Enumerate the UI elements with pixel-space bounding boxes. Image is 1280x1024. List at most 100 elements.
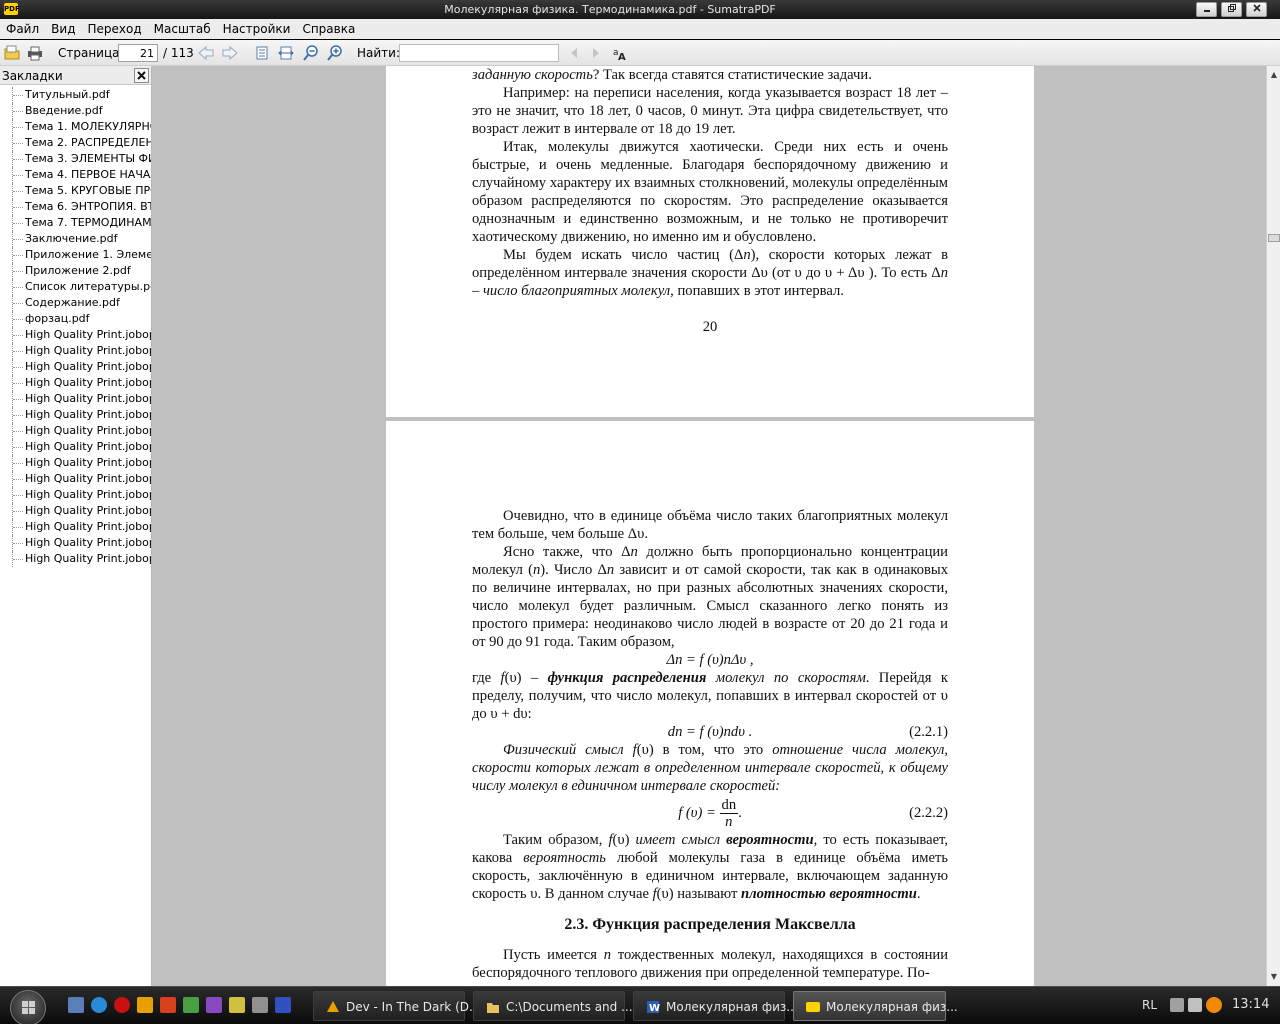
bookmark-item[interactable]: Приложение 2.pdf [0,263,151,279]
fit-page-button[interactable] [253,44,271,62]
bookmark-item[interactable]: High Quality Print.jobop [0,535,151,551]
scroll-down-arrow-icon[interactable]: ▼ [1267,970,1280,984]
prev-page-button[interactable] [197,44,215,62]
taskbar: Dev - In The Dark (D... C:\Documents and… [0,986,1280,1024]
page-label: Страница: [58,46,124,60]
bookmark-item[interactable]: Тема 3. ЭЛЕМЕНТЫ ФИЗИ [0,151,151,167]
vertical-scrollbar[interactable]: ▲ ▼ [1266,66,1280,986]
winamp-icon [327,1001,339,1012]
network-icon[interactable] [1170,998,1184,1012]
zoom-out-button[interactable] [302,44,320,62]
bookmark-item[interactable]: Тема 2. РАСПРЕДЕЛЕНИ [0,135,151,151]
bookmark-item[interactable]: Тема 5. КРУГОВЫЕ ПРО [0,183,151,199]
svg-text:W: W [649,1003,660,1014]
open-button[interactable] [3,44,21,62]
fit-width-button[interactable] [277,44,295,62]
match-case-button[interactable]: aA [611,44,629,62]
bookmark-item[interactable]: High Quality Print.jobop [0,519,151,535]
equation-2-2-1: dn = f (υ)ndυ . (2.2.1) [667,724,948,740]
paragraph: Физический смысл f(υ) в том, что это отн… [472,742,948,794]
zoom-out-icon [303,45,318,61]
quicklaunch-app-icon[interactable] [229,997,245,1013]
quicklaunch-app-icon[interactable] [252,997,268,1013]
find-prev-button[interactable] [565,44,583,62]
close-icon [137,71,146,80]
bookmark-item[interactable]: High Quality Print.jobop [0,455,151,471]
bookmark-item[interactable]: Список литературы.pdf [0,279,151,295]
scroll-up-arrow-icon[interactable]: ▲ [1267,68,1280,82]
bookmark-item[interactable]: Тема 6. ЭНТРОПИЯ. ВТО [0,199,151,215]
next-page-button[interactable] [221,44,239,62]
save-disk-icon[interactable] [275,997,291,1013]
close-sidebar-button[interactable] [134,68,149,83]
task-sumatrapdf[interactable]: Молекулярная физ... [793,991,958,1021]
quicklaunch-app-icon[interactable] [206,997,222,1013]
close-button[interactable] [1246,2,1267,17]
bookmark-item[interactable]: High Quality Print.jobop [0,487,151,503]
bookmark-item[interactable]: Введение.pdf [0,103,151,119]
language-indicator[interactable]: RL [1142,998,1157,1012]
bookmark-list: Титульный.pdf Введение.pdf Тема 1. МОЛЕКУЛ… [0,87,151,567]
print-button[interactable] [26,44,44,62]
menu-bar: Файл Вид Переход Масштаб Настройки Справка [0,19,1280,39]
menu-zoom[interactable]: Масштаб [148,19,217,36]
task-explorer[interactable]: C:\Documents and ... [473,991,633,1021]
task-word[interactable]: W Молекулярная физ... [633,991,798,1021]
clock[interactable]: 13:14 [1232,997,1269,1012]
bookmark-item[interactable]: High Quality Print.jobop [0,375,151,391]
internet-explorer-icon[interactable] [91,997,107,1013]
bookmark-item[interactable]: High Quality Print.jobop [0,391,151,407]
menu-view[interactable]: Вид [45,19,81,36]
maximize-button[interactable] [1221,2,1242,17]
bookmark-item[interactable]: Тема 4. ПЕРВОЕ НАЧАЛО [0,167,151,183]
quicklaunch-app-icon[interactable] [160,997,176,1013]
bookmarks-header: Закладки [0,66,151,85]
menu-file[interactable]: Файл [0,19,45,36]
bookmark-item[interactable]: Титульный.pdf [0,87,151,103]
volume-icon[interactable] [1188,998,1202,1012]
scroll-thumb[interactable] [1268,234,1280,242]
bookmark-item[interactable]: High Quality Print.jobop [0,551,151,567]
printer-icon [28,46,42,61]
bookmark-item[interactable]: форзац.pdf [0,311,151,327]
bookmark-item[interactable]: High Quality Print.jobop [0,423,151,439]
opera-icon[interactable] [114,997,130,1013]
triangle-left-icon [571,48,577,58]
bookmark-item[interactable]: Содержание.pdf [0,295,151,311]
task-winamp[interactable]: Dev - In The Dark (D... [313,991,480,1021]
bookmark-item[interactable]: High Quality Print.jobop [0,327,151,343]
bookmark-item[interactable]: Приложение 1. Элемен [0,247,151,263]
arrow-left-icon [198,45,214,61]
find-input[interactable] [399,44,559,62]
equation-number: (2.2.2) [909,805,948,821]
zoom-in-icon [327,45,342,61]
bookmark-item[interactable]: Тема 1. МОЛЕКУЛЯРНО- [0,119,151,135]
bookmark-item[interactable]: High Quality Print.jobop [0,439,151,455]
find-next-button[interactable] [587,44,605,62]
zoom-in-button[interactable] [326,44,344,62]
bookmark-item[interactable]: High Quality Print.jobop [0,503,151,519]
start-button[interactable] [10,990,46,1024]
document-canvas[interactable]: заданную скорость? Так всегда ставятся с… [152,66,1266,986]
bookmark-item[interactable]: High Quality Print.jobop [0,343,151,359]
bookmarks-sidebar: Закладки Титульный.pdf Введение.pdf Тема 1… [0,66,152,986]
menu-settings[interactable]: Настройки [217,19,297,36]
restore-icon [1227,4,1236,12]
match-case-icon: aA [613,48,626,61]
bookmark-item[interactable]: High Quality Print.jobop [0,407,151,423]
winamp-quicklaunch-icon[interactable] [137,997,153,1013]
menu-go[interactable]: Переход [81,19,147,36]
windows-logo-icon [22,1001,36,1015]
paragraph: заданную скорость? Так всегда ставятся с… [472,67,872,83]
tray-app-icon[interactable] [1206,997,1222,1013]
show-desktop-icon[interactable] [68,997,84,1013]
bookmark-item[interactable]: High Quality Print.jobop [0,359,151,375]
page-number-input[interactable]: 21 [118,44,158,62]
paragraph: Таким образом, f(υ) имеет смысл вероятно… [472,832,948,902]
bookmark-item[interactable]: High Quality Print.jobop [0,471,151,487]
menu-help[interactable]: Справка [296,19,361,36]
minimize-button[interactable] [1196,2,1217,17]
bookmark-item[interactable]: Тема 7. ТЕРМОДИНАМИ [0,215,151,231]
quicklaunch-app-icon[interactable] [183,997,199,1013]
bookmark-item[interactable]: Заключение.pdf [0,231,151,247]
